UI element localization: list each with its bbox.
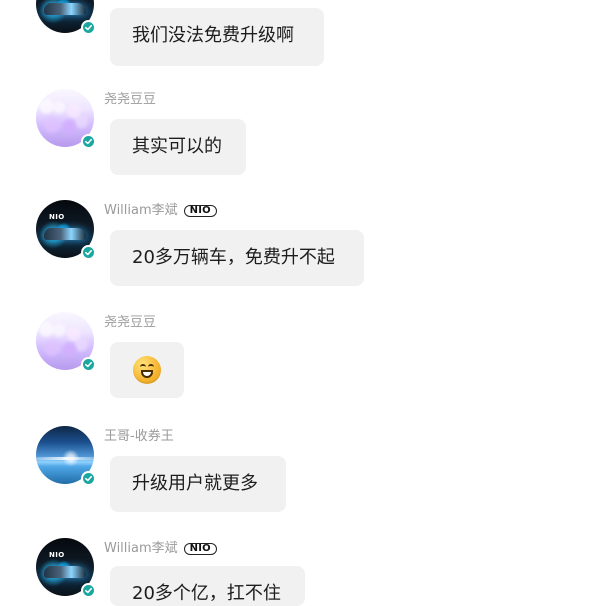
nio-badge: NIO: [183, 205, 217, 217]
sender-name-row-2: 尧尧豆豆: [104, 92, 156, 108]
message-4: 尧尧豆豆: [0, 312, 600, 402]
verified-icon: [81, 20, 96, 35]
message-3: William李斌 NIO NIO 20多万辆车，免费升不起: [0, 200, 600, 290]
message-text-5: 升级用户就更多: [132, 473, 258, 494]
verified-icon: [81, 357, 96, 372]
message-bubble-1: 我们没法免费升级啊: [110, 8, 324, 66]
avatar-william-1[interactable]: NIO: [36, 0, 98, 37]
sender-name-row-5: 王哥-收券王: [104, 429, 174, 445]
sender-name-6: William李斌: [104, 541, 178, 556]
message-6: William李斌 NIO NIO 20多个亿，扛不住: [0, 538, 600, 606]
sender-name-row-4: 尧尧豆豆: [104, 315, 156, 331]
sender-name-row-6: William李斌 NIO: [104, 541, 217, 557]
message-bubble-6: 20多个亿，扛不住: [110, 566, 305, 606]
message-bubble-5: 升级用户就更多: [110, 456, 286, 512]
verified-icon: [81, 471, 96, 486]
sender-name-4: 尧尧豆豆: [104, 315, 157, 330]
message-bubble-2: 其实可以的: [110, 119, 246, 175]
message-text-2: 其实可以的: [132, 136, 222, 157]
message-text-1: 我们没法免费升级啊: [132, 25, 294, 46]
sender-name-3: William李斌: [104, 203, 178, 218]
avatar-yaoyaodoudou-1[interactable]: [36, 89, 98, 151]
message-bubble-3: 20多万辆车，免费升不起: [110, 230, 364, 286]
message-1: NIO 我们没法免费升级啊: [0, 0, 600, 75]
verified-icon: [81, 583, 96, 598]
message-text-3: 20多万辆车，免费升不起: [132, 247, 335, 268]
message-text-6: 20多个亿，扛不住: [132, 583, 281, 604]
verified-icon: [81, 134, 96, 149]
sender-name-row-3: William李斌 NIO: [104, 203, 217, 219]
sender-name-5: 王哥-收券王: [104, 429, 174, 444]
chat-screen: NIO 我们没法免费升级啊 尧尧豆豆 其实可以的: [0, 0, 600, 606]
verified-icon: [81, 245, 96, 260]
grinning-face-emoji-icon: [133, 356, 161, 384]
message-bubble-4: [110, 342, 184, 398]
sender-name-2: 尧尧豆豆: [104, 92, 157, 107]
avatar-wangge[interactable]: [36, 426, 98, 488]
avatar-yaoyaodoudou-2[interactable]: [36, 312, 98, 374]
message-5: 王哥-收券王 升级用户就更多: [0, 426, 600, 516]
avatar-william-3[interactable]: NIO: [36, 538, 98, 600]
nio-badge: NIO: [183, 543, 217, 555]
message-2: 尧尧豆豆 其实可以的: [0, 89, 600, 179]
avatar-william-2[interactable]: NIO: [36, 200, 98, 262]
